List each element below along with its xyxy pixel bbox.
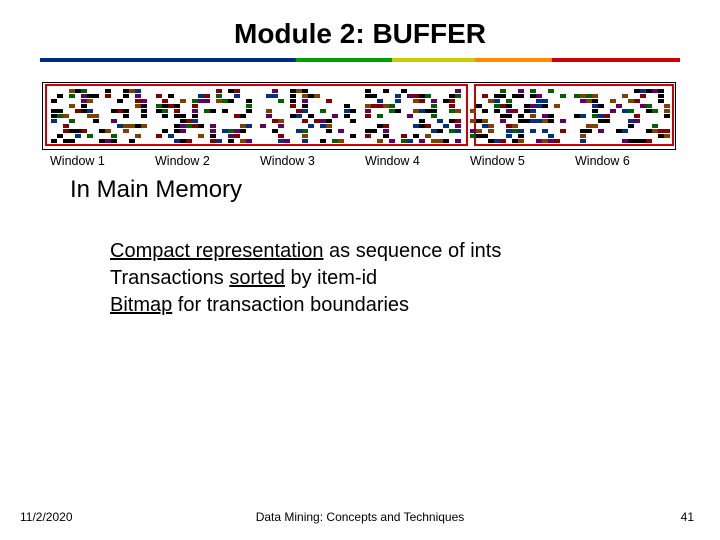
body-line-2-pre: Transactions	[110, 267, 229, 289]
body-line-3-rest: for transaction boundaries	[172, 294, 409, 316]
body-line-2-underlined: sorted	[229, 267, 285, 289]
window-2-bitmap	[155, 88, 254, 144]
window-6-bitmap	[573, 88, 672, 144]
footer-page-number: 41	[681, 510, 694, 524]
slide-title: Module 2: BUFFER	[0, 0, 720, 58]
window-5-bitmap	[469, 88, 568, 144]
window-1-bitmap	[50, 88, 149, 144]
window-3-label: Window 3	[260, 154, 359, 168]
body-line-1-underlined: Compact representation	[110, 240, 323, 262]
window-2-label: Window 2	[155, 154, 254, 168]
window-3-bitmap	[259, 88, 358, 144]
body-line-2: Transactions sorted by item-id	[110, 265, 720, 292]
title-buffer: BUFFER	[372, 18, 486, 49]
body-line-2-rest: by item-id	[285, 267, 377, 289]
in-main-memory-heading: In Main Memory	[70, 176, 720, 204]
body-line-3: Bitmap for transaction boundaries	[110, 292, 720, 319]
title-underline-rainbow	[40, 58, 680, 62]
body-line-3-underlined: Bitmap	[110, 294, 172, 316]
window-labels-row: Window 1 Window 2 Window 3 Window 4 Wind…	[42, 150, 678, 168]
footer-course: Data Mining: Concepts and Techniques	[0, 510, 720, 524]
window-4-label: Window 4	[365, 154, 464, 168]
buffer-diagram: Window 1 Window 2 Window 3 Window 4 Wind…	[42, 82, 678, 168]
window-5-label: Window 5	[470, 154, 569, 168]
title-module: Module 2:	[234, 18, 372, 49]
body-line-1: Compact representation as sequence of in…	[110, 238, 720, 265]
window-6-label: Window 6	[575, 154, 674, 168]
body-text: Compact representation as sequence of in…	[110, 238, 720, 319]
window-1-label: Window 1	[50, 154, 149, 168]
window-4-bitmap	[364, 88, 463, 144]
body-line-1-rest: as sequence of ints	[323, 240, 501, 262]
